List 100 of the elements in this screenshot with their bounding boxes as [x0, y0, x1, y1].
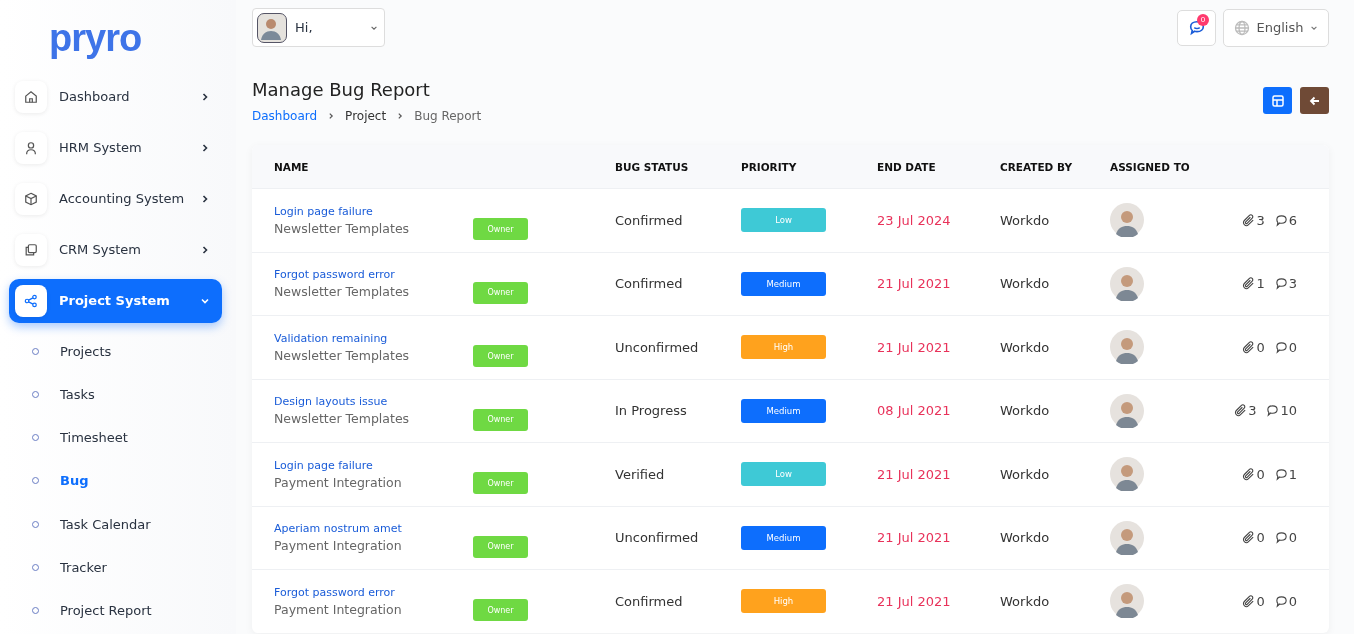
column-header: END DATE: [877, 160, 937, 173]
role-badge: Owner: [473, 218, 528, 241]
avatar-icon: [1110, 203, 1144, 238]
submenu-item[interactable]: Task Calendar: [9, 502, 222, 546]
notification-count: 0: [1197, 13, 1209, 26]
globe-icon: [1233, 19, 1250, 36]
role-badge: Owner: [473, 535, 528, 558]
bug-title-link[interactable]: Login page failure: [274, 204, 373, 218]
sidebar-item[interactable]: CRM System: [9, 227, 222, 272]
user-dropdown[interactable]: Hi,: [252, 8, 385, 47]
project-name: Newsletter Templates: [274, 411, 410, 427]
bug-title-link[interactable]: Design layouts issue: [274, 395, 388, 409]
priority-badge: High: [741, 335, 826, 360]
comment-count: 0: [1274, 593, 1297, 609]
sidebar-item[interactable]: HRM System: [9, 125, 222, 170]
comment-icon: [1274, 467, 1288, 481]
role-badge: Owner: [473, 408, 528, 431]
language-dropdown[interactable]: English: [1223, 8, 1329, 47]
submenu-item[interactable]: Project Report: [9, 588, 222, 633]
bug-status: Unconfirmed: [615, 339, 700, 355]
comment-count: 6: [1274, 212, 1297, 228]
end-date: 21 Jul 2021: [877, 339, 952, 355]
submenu-item[interactable]: Tracker: [9, 545, 222, 589]
bug-title-link[interactable]: Forgot password error: [274, 585, 395, 599]
arrow-left-icon: [1308, 94, 1321, 107]
priority-badge: High: [741, 589, 826, 614]
avatar-icon: [1110, 330, 1144, 365]
column-header: PRIORITY: [741, 160, 798, 173]
bug-status: In Progress: [615, 403, 688, 419]
share-icon: [15, 284, 47, 317]
creator-name: Workdo: [1000, 276, 1051, 292]
bug-title-link[interactable]: Validation remaining: [274, 331, 388, 345]
attachment-count: 0: [1242, 593, 1265, 609]
creator-name: Workdo: [1000, 530, 1051, 546]
submenu-item[interactable]: Timesheet: [9, 416, 222, 460]
project-name: Payment Integration: [274, 538, 402, 554]
project-name: Newsletter Templates: [274, 220, 410, 236]
attachment-count: 3: [1234, 403, 1257, 419]
back-button[interactable]: [1300, 87, 1329, 114]
bug-title-link[interactable]: Login page failure: [274, 458, 373, 472]
priority-badge: Medium: [741, 398, 826, 423]
paperclip-icon: [1242, 531, 1256, 545]
paperclip-icon: [1242, 277, 1256, 291]
comment-icon: [1274, 213, 1288, 227]
paperclip-icon: [1242, 340, 1256, 354]
end-date: 21 Jul 2021: [877, 593, 952, 609]
bug-title-link[interactable]: Aperiam nostrum amet: [274, 522, 402, 536]
comment-icon: [1274, 340, 1288, 354]
avatar-icon: [1110, 457, 1144, 492]
chevron-icon: [200, 142, 210, 153]
breadcrumb-item[interactable]: Dashboard: [252, 109, 318, 123]
submenu-item[interactable]: Projects: [9, 329, 222, 373]
chat-icon: [1187, 18, 1206, 37]
project-name: Payment Integration: [274, 601, 402, 617]
attachment-count: 3: [1242, 212, 1265, 228]
attachment-count: 0: [1242, 339, 1265, 355]
cube-icon: [15, 182, 47, 215]
bug-title-link[interactable]: Forgot password error: [274, 268, 395, 282]
bug-status: Verified: [615, 466, 666, 482]
column-header: ASSIGNED TO: [1110, 160, 1191, 173]
creator-name: Workdo: [1000, 339, 1051, 355]
comment-icon: [1274, 594, 1288, 608]
paperclip-icon: [1242, 467, 1256, 481]
page-title: Manage Bug Report: [252, 79, 430, 100]
comment-count: 0: [1274, 530, 1297, 546]
role-badge: Owner: [473, 281, 528, 304]
breadcrumb-item[interactable]: Project: [345, 109, 387, 123]
role-badge: Owner: [473, 472, 528, 495]
chevron-icon: [200, 244, 210, 255]
grid-view-button[interactable]: [1263, 87, 1292, 114]
bug-status: Unconfirmed: [615, 530, 700, 546]
copy-icon: [15, 233, 47, 266]
creator-name: Workdo: [1000, 403, 1051, 419]
avatar-icon: [1110, 584, 1144, 619]
submenu-item[interactable]: Bug: [9, 459, 222, 503]
avatar-icon: [1110, 520, 1144, 555]
priority-badge: Medium: [741, 271, 826, 296]
end-date: 21 Jul 2021: [877, 530, 952, 546]
creator-name: Workdo: [1000, 593, 1051, 609]
avatar-icon: [257, 12, 287, 43]
comment-icon: [1266, 404, 1280, 418]
comment-count: 0: [1274, 339, 1297, 355]
end-date: 21 Jul 2021: [877, 466, 952, 482]
priority-badge: Low: [741, 208, 826, 233]
sidebar-item[interactable]: Accounting System: [9, 176, 222, 221]
chevron-icon: [200, 193, 210, 204]
column-header: NAME: [274, 160, 310, 173]
submenu-item[interactable]: Tasks: [9, 373, 222, 417]
paperclip-icon: [1234, 404, 1248, 418]
bug-status: Confirmed: [615, 212, 684, 228]
comment-count: 1: [1274, 466, 1297, 482]
chevron-icon: [396, 112, 405, 120]
column-header: CREATED BY: [1000, 160, 1073, 173]
breadcrumb-item: Bug Report: [414, 109, 482, 123]
end-date: 23 Jul 2024: [877, 212, 952, 228]
sidebar-item[interactable]: Project System: [9, 278, 222, 323]
sidebar-item[interactable]: Dashboard: [9, 74, 222, 119]
role-badge: Owner: [473, 599, 528, 622]
creator-name: Workdo: [1000, 466, 1051, 482]
column-header: BUG STATUS: [615, 160, 690, 173]
